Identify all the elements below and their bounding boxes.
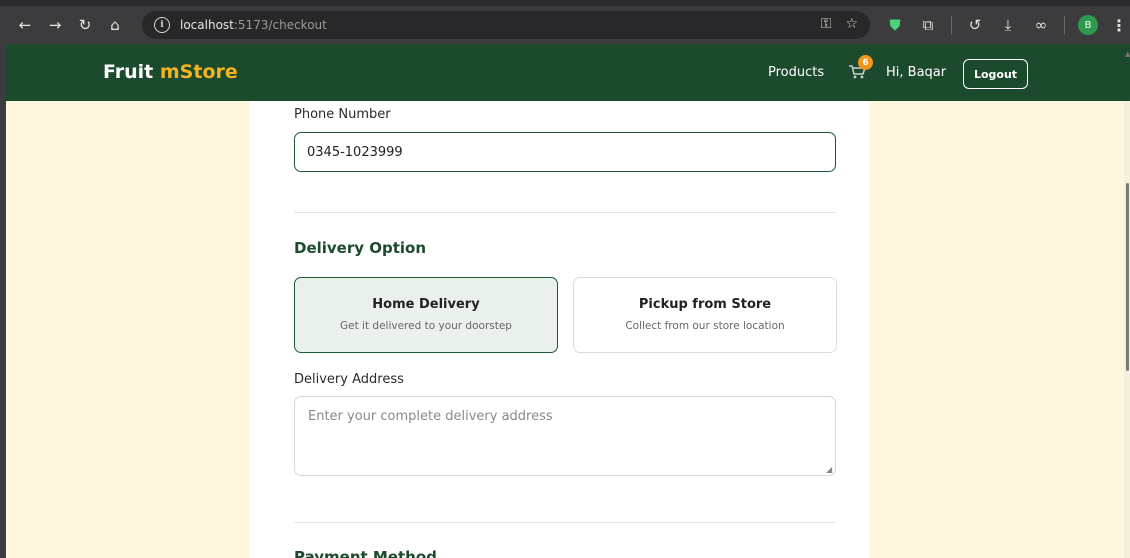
window-left-edge xyxy=(0,44,6,558)
pickup-from-store-option[interactable]: Pickup from Store Collect from our store… xyxy=(573,277,837,353)
browser-toolbar: ← → ↻ ⌂ i localhost:5173/checkout ⚿ ☆ ⛊ … xyxy=(0,6,1130,44)
site-info-icon[interactable]: i xyxy=(154,17,170,33)
delivery-address-label: Delivery Address xyxy=(294,372,404,387)
home-icon[interactable]: ⌂ xyxy=(104,14,126,36)
section-divider xyxy=(294,522,836,523)
brand-logo[interactable]: Fruit mStore xyxy=(103,61,238,83)
option-subtitle: Collect from our store location xyxy=(625,320,785,332)
option-title: Home Delivery xyxy=(372,297,480,312)
link-icon[interactable]: ∞ xyxy=(1031,16,1051,34)
download-icon[interactable]: ⤓ xyxy=(998,16,1018,34)
option-subtitle: Get it delivered to your doorstep xyxy=(340,320,512,332)
back-arrow-icon[interactable]: ← xyxy=(14,14,36,36)
history-icon[interactable]: ↺ xyxy=(965,16,985,34)
shield-extension-icon[interactable]: ⛊ xyxy=(885,16,905,34)
scrollbar-thumb[interactable] xyxy=(1126,183,1129,371)
resize-grip-icon[interactable]: ◢ xyxy=(826,466,834,474)
delivery-option-title: Delivery Option xyxy=(294,239,427,257)
home-delivery-option[interactable]: Home Delivery Get it delivered to your d… xyxy=(294,277,558,353)
password-key-icon[interactable]: ⚿ xyxy=(821,16,832,32)
checkout-form-card: Phone Number Delivery Option Home Delive… xyxy=(250,101,869,558)
toolbar-separator xyxy=(951,16,952,34)
reload-icon[interactable]: ↻ xyxy=(74,14,96,36)
user-greeting: Hi, Baqar xyxy=(886,65,947,80)
profile-avatar[interactable]: B xyxy=(1078,15,1098,35)
forward-arrow-icon[interactable]: → xyxy=(44,14,66,36)
option-title: Pickup from Store xyxy=(638,297,772,312)
address-bar[interactable]: i localhost:5173/checkout ⚿ ☆ xyxy=(142,11,870,39)
phone-number-input[interactable] xyxy=(294,132,836,172)
toolbar-separator xyxy=(1064,16,1065,34)
app-header: Fruit mStore Products 6 Hi, Baqar Logout xyxy=(6,44,1130,101)
nav-products-link[interactable]: Products xyxy=(768,65,824,80)
payment-method-title: Payment Method xyxy=(294,548,437,558)
browser-menu-icon[interactable]: ⋮ xyxy=(1111,16,1127,35)
extensions-puzzle-icon[interactable]: ⧉ xyxy=(918,16,938,34)
cart-count-badge: 6 xyxy=(858,55,873,70)
section-divider xyxy=(294,212,836,213)
logout-button[interactable]: Logout xyxy=(963,59,1028,89)
bookmark-star-icon[interactable]: ☆ xyxy=(845,16,858,32)
delivery-address-textarea[interactable] xyxy=(294,396,836,476)
url-text: localhost:5173/checkout xyxy=(180,18,327,32)
phone-label: Phone Number xyxy=(294,107,391,122)
scroll-up-arrow-icon[interactable]: ▲ xyxy=(1125,50,1130,58)
